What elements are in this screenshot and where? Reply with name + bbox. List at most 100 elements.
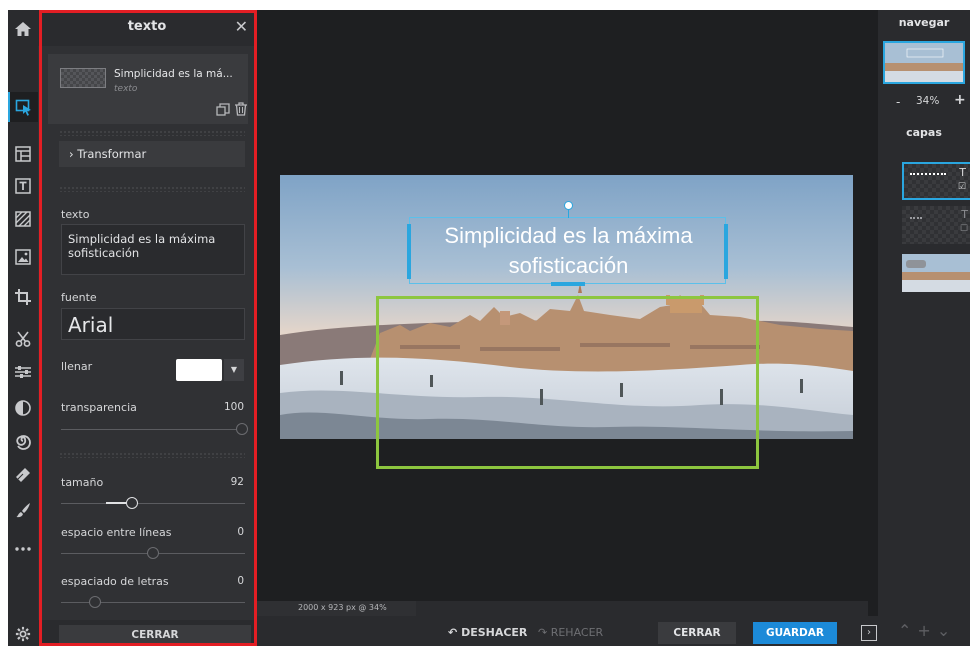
photo-editor-app: texto ✕ Simplicidad es la má... texto › … (8, 10, 970, 646)
selection-bottom-handle[interactable] (551, 282, 585, 286)
undo-button[interactable]: ↶ DESHACER (448, 626, 527, 639)
navigator-thumbnail[interactable] (883, 41, 965, 84)
fill-color-swatch[interactable] (176, 359, 222, 381)
image-icon[interactable] (8, 242, 38, 272)
undo-icon: ↶ (448, 626, 458, 639)
redo-icon: ↷ (538, 626, 548, 639)
font-label: fuente (61, 291, 97, 304)
landscape-photo (280, 175, 853, 439)
divider (59, 186, 245, 192)
layer-item-text-active[interactable]: T ☑ (902, 162, 970, 200)
text-properties-panel: texto ✕ Simplicidad es la má... texto › … (38, 10, 256, 646)
more-icon[interactable] (8, 534, 38, 564)
layer-image-thumbnail (902, 254, 970, 292)
visibility-checkbox[interactable]: ☑ (958, 182, 966, 192)
canvas-overlay-text: Simplicidad es la máxima sofisticación (444, 223, 693, 278)
bottom-right-controls: ⌃+⌄ (898, 621, 956, 640)
layers-title: capas (906, 126, 942, 139)
gear-icon[interactable] (8, 622, 38, 646)
transform-label: Transformar (77, 147, 147, 161)
right-panel: navegar - 34% + capas T ☑ T ☐ (878, 10, 970, 616)
layer-thumbnail (60, 68, 106, 88)
opacity-label: transparencia (61, 401, 137, 414)
size-slider-fill (106, 502, 126, 504)
layer-item-text[interactable]: T ☐ (902, 206, 970, 244)
pattern-icon[interactable] (8, 204, 38, 234)
duplicate-icon[interactable] (216, 102, 230, 116)
layer-item-image[interactable] (902, 254, 970, 292)
close-button[interactable]: CERRAR (658, 622, 736, 644)
text-input[interactable]: Simplicidad es la máxima sofisticación (61, 224, 245, 275)
letter-spacing-slider-handle[interactable] (89, 596, 101, 608)
text-layer-selection[interactable]: Simplicidad es la máxima sofisticación (407, 217, 728, 286)
navigator-preview (885, 43, 963, 82)
rotate-handle[interactable] (564, 201, 573, 210)
panel-close-button[interactable]: CERRAR (59, 625, 251, 646)
line-spacing-value: 0 (237, 526, 244, 538)
font-select[interactable]: Arial (61, 308, 245, 340)
size-label: tamaño (61, 476, 104, 489)
cut-icon[interactable] (8, 324, 38, 354)
zoom-level: 34% (916, 95, 940, 107)
letter-spacing-label: espaciado de letras (61, 575, 169, 588)
panel-title: texto (127, 19, 167, 34)
tool-sidebar (8, 10, 38, 646)
save-button[interactable]: GUARDAR (753, 622, 837, 644)
swirl-icon[interactable] (8, 426, 38, 456)
layer-text-preview (910, 173, 946, 179)
chevron-up-icon[interactable]: ⌃ (898, 621, 917, 640)
selection-right-handle[interactable] (724, 224, 728, 279)
fill-label: llenar (61, 360, 93, 373)
navigator-title: navegar (898, 16, 950, 29)
layer-name: Simplicidad es la má... (114, 68, 233, 80)
close-icon[interactable]: ✕ (235, 17, 248, 36)
active-layer-card: Simplicidad es la má... texto (48, 54, 248, 124)
divider (59, 452, 245, 458)
zoom-in-button[interactable]: + (954, 92, 966, 108)
eraser-icon[interactable] (8, 460, 38, 490)
letter-spacing-value: 0 (237, 575, 244, 587)
panel-header: texto ✕ (38, 10, 256, 46)
canvas-area[interactable]: Simplicidad es la máxima sofisticación (256, 10, 868, 615)
layer-type: texto (114, 84, 138, 94)
line-spacing-slider-handle[interactable] (147, 547, 159, 559)
layout-icon[interactable] (8, 139, 38, 169)
opacity-slider-handle[interactable] (236, 423, 248, 435)
chevron-right-icon: › (69, 147, 74, 161)
filter-icon[interactable] (8, 393, 38, 423)
visibility-checkbox[interactable]: ☐ (960, 224, 968, 234)
layer-text-preview (910, 217, 922, 221)
home-icon[interactable] (8, 14, 38, 44)
text-input-value: Simplicidad es la máxima sofisticación (68, 232, 216, 260)
chevron-down-icon[interactable]: ▼ (224, 359, 244, 381)
crop-icon[interactable] (8, 282, 38, 312)
text-tool-icon[interactable] (8, 171, 38, 201)
plus-icon[interactable]: + (917, 621, 936, 640)
action-bar: ↶ DESHACER ↷ REHACER CERRAR GUARDAR › ⌃+… (256, 616, 970, 646)
selection-left-handle[interactable] (407, 224, 411, 279)
size-slider-track[interactable] (61, 503, 245, 504)
status-bar: 2000 x 923 px @ 34% (256, 601, 868, 616)
trash-icon[interactable] (234, 101, 248, 116)
adjust-icon[interactable] (8, 357, 38, 387)
panel-toggle-icon[interactable]: › (861, 625, 877, 641)
font-select-value: Arial (68, 313, 114, 337)
redo-button[interactable]: ↷ REHACER (538, 626, 603, 639)
canvas-photo[interactable]: Simplicidad es la máxima sofisticación (280, 175, 853, 439)
text-layer-icon: T (959, 166, 966, 179)
zoom-out-button[interactable]: - (896, 95, 900, 109)
text-layer-icon: T (961, 208, 968, 221)
rotate-handle-stem (568, 210, 569, 218)
canvas-dimensions: 2000 x 923 px @ 34% (298, 603, 387, 612)
line-spacing-label: espacio entre líneas (61, 526, 172, 539)
undo-label: DESHACER (461, 626, 528, 639)
chevron-down-icon[interactable]: ⌄ (937, 621, 956, 640)
redo-label: REHACER (550, 626, 604, 639)
opacity-value: 100 (223, 401, 244, 413)
divider (59, 130, 245, 136)
select-icon[interactable] (8, 92, 38, 122)
size-slider-handle[interactable] (126, 497, 138, 509)
transform-section-toggle[interactable]: › Transformar (59, 141, 245, 167)
opacity-slider-track[interactable] (61, 429, 245, 430)
brush-icon[interactable] (8, 495, 38, 525)
